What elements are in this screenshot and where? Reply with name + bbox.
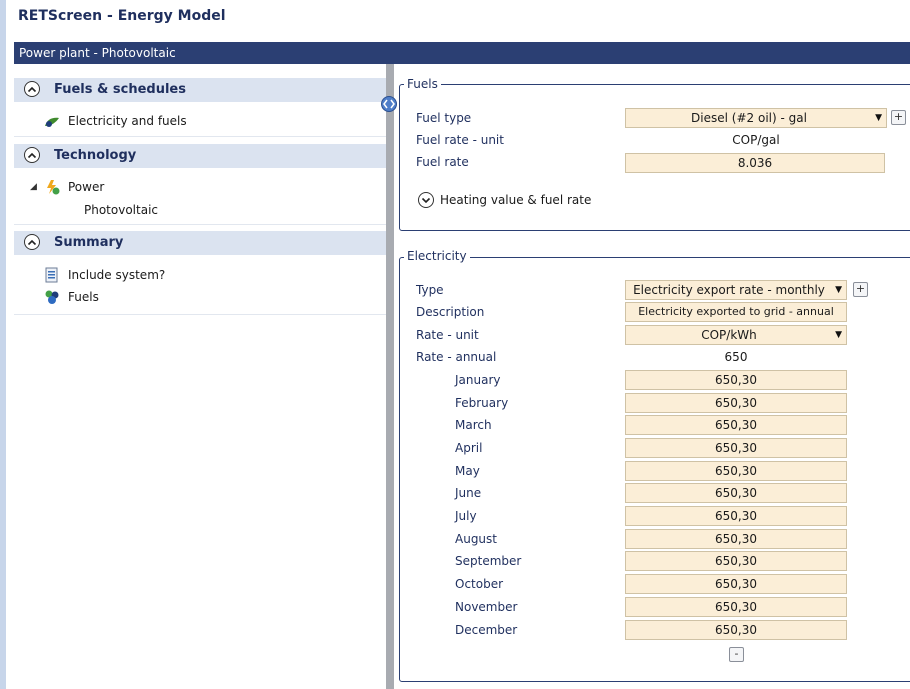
nav-item-label: Include system? <box>68 268 166 282</box>
caret-down-icon: ▼ <box>835 330 842 340</box>
month-label-april: April <box>455 441 483 455</box>
fuels-group-title: Fuels <box>404 77 441 91</box>
month-input-december[interactable]: 650,30 <box>625 620 847 640</box>
month-input-march[interactable]: 650,30 <box>625 415 847 435</box>
month-label-july: July <box>455 509 477 523</box>
fuel-rate-unit-value: COP/gal <box>732 133 780 147</box>
nav-divider <box>14 136 386 137</box>
chevron-up-icon[interactable] <box>24 234 40 250</box>
nav-section-label: Summary <box>54 235 124 250</box>
nav-divider <box>14 224 386 225</box>
month-label-october: October <box>455 577 504 591</box>
nav-section-label: Technology <box>54 148 137 163</box>
panel-splitter[interactable] <box>386 64 394 689</box>
rate-unit-label: Rate - unit <box>416 328 479 342</box>
month-input-june[interactable]: 650,30 <box>625 483 847 503</box>
month-label-november: November <box>455 600 518 614</box>
nav-section-label: Fuels & schedules <box>54 82 186 97</box>
nav-item-label: Electricity and fuels <box>68 114 187 128</box>
month-input-september[interactable]: 650,30 <box>625 551 847 571</box>
tree-expander-icon[interactable]: ◢ <box>30 182 37 192</box>
month-label-february: February <box>455 396 509 410</box>
nav-section-fuels-schedules[interactable]: Fuels & schedules <box>14 78 386 102</box>
nav-divider <box>14 314 386 315</box>
add-fuel-button[interactable]: + <box>891 110 906 125</box>
month-input-april[interactable]: 650,30 <box>625 438 847 458</box>
electricity-type-dropdown[interactable]: Electricity export rate - monthly ▼ <box>625 280 847 300</box>
chevron-up-icon[interactable] <box>24 147 40 163</box>
window-left-edge <box>0 0 6 689</box>
type-label: Type <box>416 283 444 297</box>
month-input-february[interactable]: 650,30 <box>625 393 847 413</box>
heating-value-expander[interactable]: Heating value & fuel rate <box>440 191 591 209</box>
month-label-january: January <box>455 373 501 387</box>
rate-unit-dropdown[interactable]: COP/kWh ▼ <box>625 325 847 345</box>
electricity-group-title: Electricity <box>404 249 470 263</box>
power-plant-icon <box>44 179 60 195</box>
collapse-months-button[interactable]: - <box>729 647 744 662</box>
month-label-september: September <box>455 554 522 568</box>
fuel-type-value: Diesel (#2 oil) - gal <box>691 111 807 125</box>
nav-section-technology[interactable]: Technology <box>14 144 386 168</box>
description-input[interactable]: Electricity exported to grid - annual <box>625 302 847 322</box>
app-title: RETScreen - Energy Model <box>18 8 226 24</box>
description-label: Description <box>416 305 485 319</box>
month-input-october[interactable]: 650,30 <box>625 574 847 594</box>
month-label-june: June <box>455 486 482 500</box>
rate-unit-value: COP/kWh <box>701 328 757 342</box>
rate-annual-label: Rate - annual <box>416 350 497 364</box>
navigation-panel: Fuels & schedules Electricity and fuels … <box>14 64 387 689</box>
fuels-icon <box>44 289 60 305</box>
month-input-january[interactable]: 650,30 <box>625 370 847 390</box>
caret-down-icon: ▼ <box>875 113 882 123</box>
splitter-toggle-icon[interactable] <box>381 96 397 112</box>
nav-item-label: Power <box>68 180 105 194</box>
nav-item-label: Photovoltaic <box>84 203 158 217</box>
month-input-august[interactable]: 650,30 <box>625 529 847 549</box>
month-label-march: March <box>455 418 492 432</box>
fuel-rate-unit-label: Fuel rate - unit <box>416 133 504 147</box>
rate-annual-value: 650 <box>724 350 748 364</box>
electricity-fuels-icon <box>44 113 60 129</box>
checklist-icon <box>44 267 60 283</box>
month-label-august: August <box>455 532 497 546</box>
chevron-down-icon[interactable] <box>418 192 434 208</box>
month-label-december: December <box>455 623 518 637</box>
month-label-may: May <box>455 464 480 478</box>
fuel-type-dropdown[interactable]: Diesel (#2 oil) - gal ▼ <box>625 108 887 128</box>
nav-item-label: Fuels <box>68 290 99 304</box>
caret-down-icon: ▼ <box>835 285 842 295</box>
month-input-november[interactable]: 650,30 <box>625 597 847 617</box>
window-title-bar: Power plant - Photovoltaic <box>14 42 910 64</box>
fuel-type-label: Fuel type <box>416 111 472 125</box>
electricity-type-value: Electricity export rate - monthly <box>633 283 825 297</box>
month-input-may[interactable]: 650,30 <box>625 461 847 481</box>
chevron-up-icon[interactable] <box>24 81 40 97</box>
fuel-rate-input[interactable]: 8.036 <box>625 153 885 173</box>
nav-section-summary[interactable]: Summary <box>14 231 386 255</box>
add-electricity-button[interactable]: + <box>853 282 868 297</box>
nav-item-photovoltaic[interactable]: Photovoltaic <box>84 201 284 219</box>
month-input-july[interactable]: 650,30 <box>625 506 847 526</box>
fuel-rate-label: Fuel rate <box>416 155 469 169</box>
